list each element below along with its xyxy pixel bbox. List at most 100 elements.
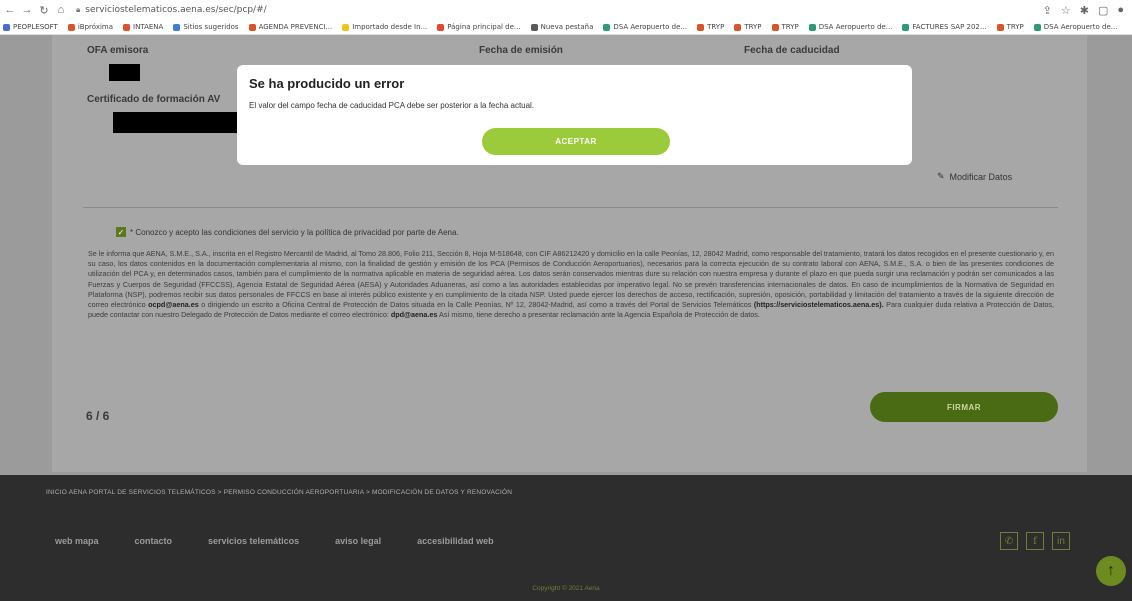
bookmark-item[interactable]: TRYP [996, 23, 1024, 31]
bookmark-label: FACTURES SAP 202... [912, 23, 987, 31]
footer-link-accessibility[interactable]: accesibilidad web [417, 536, 494, 546]
bookmark-label: INTAENA [133, 23, 164, 31]
pencil-icon: ✎ [937, 171, 945, 181]
bookmark-icon [123, 23, 131, 31]
address-bar[interactable]: 🔒︎ serviciostelematicos.aena.es/sec/pcp/… [76, 3, 596, 17]
twitter-icon[interactable]: ✆ [1000, 532, 1018, 550]
sidebar-icon[interactable]: ▢ [1098, 4, 1108, 17]
consent-label: * Conozco y acepto las condiciones del s… [130, 227, 459, 237]
footer-link-sitemap[interactable]: web mapa [55, 536, 99, 546]
profile-icon[interactable]: ● [1117, 4, 1124, 17]
oea-label: OFA emisora [87, 45, 149, 56]
bookmark-item[interactable]: TRYP [771, 23, 799, 31]
bookmark-label: AGENDA PREVENCI... [258, 23, 333, 31]
bookmark-label: DSA Aeropuerto de... [1043, 23, 1118, 31]
bookmark-icon [1033, 23, 1041, 31]
bookmark-icon [3, 23, 10, 31]
bookmark-label: Sitios sugeridos [183, 23, 239, 31]
bookmark-icon [902, 23, 910, 31]
bookmark-item[interactable]: FACTURES SAP 202... [902, 23, 987, 31]
bookmark-item[interactable]: Nueva pestaña [530, 23, 594, 31]
browser-toolbar: ← → ↻ ⌂ 🔒︎ serviciostelematicos.aena.es/… [0, 0, 1132, 20]
url-text: serviciostelematicos.aena.es/sec/pcp/#/ [85, 5, 267, 15]
portal-link[interactable]: (https://serviciostelematicos.aena.es). [754, 300, 884, 309]
bookmarks-bar: PEOPLESOFT iBpróxima INTAENA Sitios sugerid… [0, 20, 1132, 35]
bookmark-icon [603, 23, 611, 31]
issue-date-label: Fecha de emisión [479, 45, 563, 56]
lock-icon: 🔒︎ [76, 5, 81, 14]
bookmark-label: Página principal de... [447, 23, 521, 31]
bookmark-label: TRYP [744, 23, 762, 31]
bookmark-icon [67, 23, 75, 31]
arrow-up-icon: ↑ [1107, 562, 1115, 579]
footer-link-services[interactable]: servicios telemáticos [208, 536, 299, 546]
bookmark-label: TRYP [707, 23, 725, 31]
bookmark-item[interactable]: DSA Aeropuerto de... [1033, 23, 1118, 31]
home-icon[interactable]: ⌂ [54, 3, 68, 17]
consent-row: ✓ * Conozco y acepto las condiciones del… [116, 227, 459, 237]
bookmark-icon [342, 23, 350, 31]
bookmark-icon [173, 23, 181, 31]
share-icon[interactable]: ⇪ [1043, 4, 1052, 17]
bookmark-item[interactable]: Importado desde In... [342, 23, 427, 31]
bookmark-item[interactable]: iBpróxima [67, 23, 114, 31]
scroll-to-top-button[interactable]: ↑ [1096, 556, 1126, 586]
bookmark-item[interactable]: Sitios sugeridos [173, 23, 239, 31]
linkedin-icon[interactable]: in [1052, 532, 1070, 550]
consent-checkbox[interactable]: ✓ [116, 227, 126, 237]
bookmark-label: Importado desde In... [352, 23, 428, 31]
dialog-title: Se ha producido un error [249, 76, 405, 91]
bookmark-item[interactable]: TRYP [734, 23, 762, 31]
redacted-value [109, 64, 140, 81]
accept-button[interactable]: ACEPTAR [482, 128, 670, 155]
bookmark-icon [771, 23, 779, 31]
privacy-text: Se le informa que AENA, S.M.E., S.A., in… [88, 249, 1054, 320]
social-links: ✆ f in [1000, 532, 1070, 550]
expiry-date-label: Fecha de caducidad [744, 45, 840, 56]
back-icon[interactable]: ← [3, 3, 17, 17]
bookmark-label: TRYP [781, 23, 799, 31]
bookmark-icon [437, 23, 445, 31]
bookmark-label: TRYP [1006, 23, 1024, 31]
bookmark-icon [248, 23, 256, 31]
reload-icon[interactable]: ↻ [37, 3, 51, 17]
bookmark-icon [697, 23, 705, 31]
forward-icon[interactable]: → [20, 3, 34, 17]
bookmark-item[interactable]: AGENDA PREVENCI... [248, 23, 333, 31]
cert-label: Certificado de formación AV [87, 94, 221, 105]
bookmark-label: iBpróxima [77, 23, 114, 31]
bookmark-item[interactable]: DSA Aeropuerto de... [603, 23, 687, 31]
bookmark-item[interactable]: INTAENA [123, 23, 163, 31]
star-icon[interactable]: ☆ [1061, 4, 1071, 17]
footer-link-legal[interactable]: aviso legal [335, 536, 381, 546]
bookmark-item[interactable]: DSA Aeropuerto de... [808, 23, 893, 31]
dpd-email-link[interactable]: dpd@aena.es [391, 310, 438, 319]
redacted-value [113, 112, 237, 133]
bookmark-label: DSA Aeropuerto de... [613, 23, 688, 31]
breadcrumb[interactable]: INICIO AENA PORTAL DE SERVICIOS TELEMÁTI… [46, 489, 512, 496]
facebook-icon[interactable]: f [1026, 532, 1044, 550]
error-dialog: Se ha producido un error El valor del ca… [237, 65, 912, 165]
bookmark-item[interactable]: Página principal de... [437, 23, 521, 31]
dialog-message: El valor del campo fecha de caducidad PC… [249, 101, 535, 110]
bookmark-label: Nueva pestaña [540, 23, 594, 31]
bookmark-icon [996, 23, 1004, 31]
footer-link-contact[interactable]: contacto [135, 536, 173, 546]
modify-data-label: Modificar Datos [949, 171, 1013, 182]
bookmark-label: DSA Aeropuerto de... [818, 23, 893, 31]
divider [83, 207, 1058, 208]
step-indicator: 6 / 6 [86, 409, 110, 423]
bookmark-icon [530, 23, 538, 31]
copyright-text: Copyright © 2021 Aena [532, 585, 600, 592]
email-link[interactable]: ocpd@aena.es [148, 300, 199, 309]
bookmark-item[interactable]: TRYP [697, 23, 724, 31]
site-footer: INICIO AENA PORTAL DE SERVICIOS TELEMÁTI… [0, 475, 1132, 601]
bookmark-label: PEOPLESOFT [13, 23, 58, 31]
footer-links: web mapa contacto servicios telemáticos … [55, 536, 494, 546]
bookmark-icon [808, 23, 816, 31]
extensions-icon[interactable]: ✱ [1080, 4, 1089, 17]
bookmark-item[interactable]: PEOPLESOFT [3, 23, 58, 31]
bookmark-icon [734, 23, 742, 31]
modify-data-link[interactable]: ✎ Modificar Datos [937, 171, 1012, 182]
sign-button[interactable]: FIRMAR [870, 392, 1058, 422]
